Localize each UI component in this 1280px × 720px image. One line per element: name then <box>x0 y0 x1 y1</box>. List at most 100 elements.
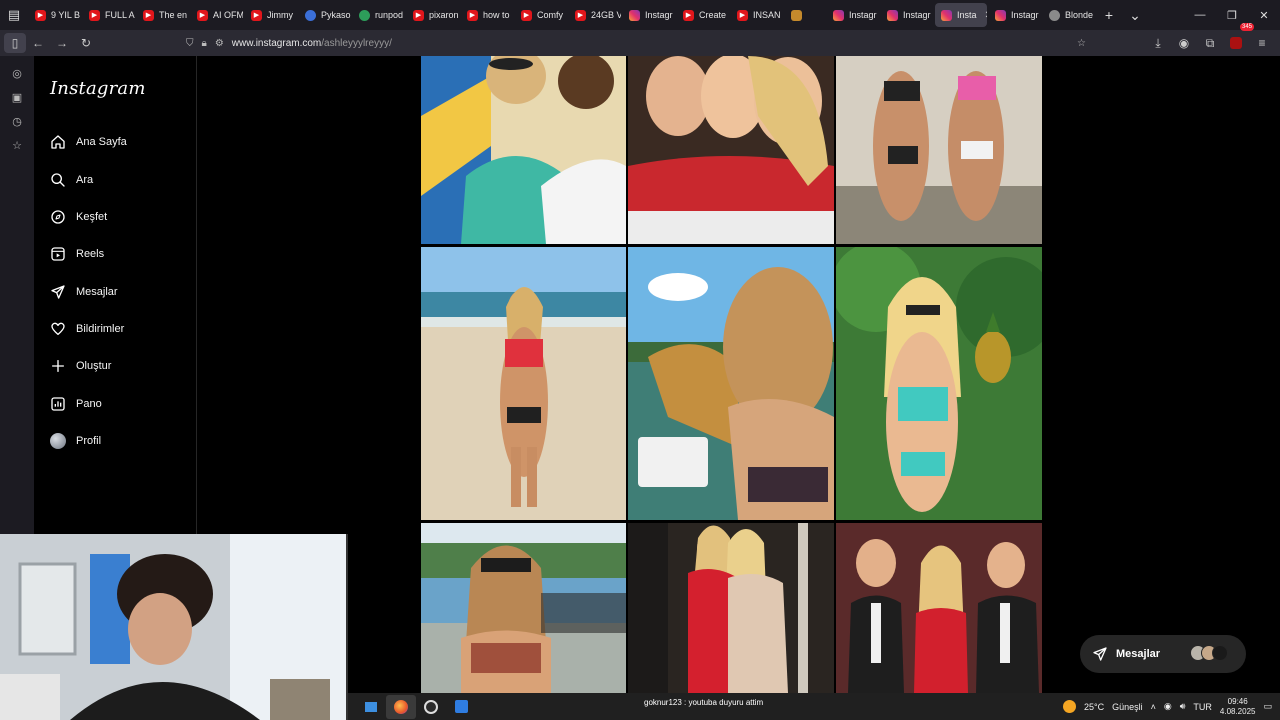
nav-create[interactable]: Oluştur <box>50 352 111 380</box>
clock-date: 4.08.2025 <box>1219 706 1256 716</box>
webcam-image <box>0 534 346 720</box>
account-icon[interactable]: ◉ <box>1172 31 1196 55</box>
tab-label: Pykaso <box>321 10 351 20</box>
browser-tab[interactable]: Instagr <box>827 3 879 27</box>
tab-label: Insta <box>957 10 977 20</box>
tab-close-icon[interactable]: ✕ <box>985 10 987 21</box>
file-explorer-icon[interactable] <box>356 695 386 719</box>
nav-reels[interactable]: Reels <box>50 240 104 268</box>
nav-label-reels: Reels <box>76 248 105 260</box>
forward-icon[interactable]: → <box>50 31 74 55</box>
tab-overflow-chevron-icon[interactable]: ⌄ <box>1122 7 1148 24</box>
post-thumbnail[interactable] <box>421 247 626 520</box>
browser-tab[interactable] <box>785 3 825 27</box>
chat-ticker: goknur123 : youtuba duyuru attim <box>644 698 764 707</box>
url-bar[interactable]: ⛉ 🔒︎ ⚙ www.instagram.com/ashleyyylreyyy/… <box>186 32 1086 54</box>
downloads-icon[interactable]: ⤓ <box>1146 31 1170 55</box>
post-image <box>836 56 1042 244</box>
url-text[interactable]: www.instagram.com/ashleyyylreyyy/ <box>232 38 392 49</box>
ublock-icon[interactable]: 345 <box>1224 23 1254 55</box>
post-thumbnail[interactable] <box>421 56 626 244</box>
messages-icon <box>51 285 65 299</box>
permissions-icon[interactable]: ⚙ <box>215 38 224 49</box>
ai-chatbot-icon[interactable]: ◎ <box>8 64 26 82</box>
extensions-icon[interactable]: ⧉ <box>1198 31 1222 55</box>
browser-tab[interactable]: runpod <box>353 3 405 27</box>
browser-tab[interactable]: ▶ Comfy <box>515 3 567 27</box>
back-icon[interactable]: ← <box>26 31 50 55</box>
home-icon <box>51 135 65 149</box>
post-thumbnail[interactable] <box>421 523 626 693</box>
browser-tab[interactable]: Instagr <box>881 3 933 27</box>
volume-icon[interactable]: 🔊︎ <box>1180 701 1186 712</box>
tab-label: 9 YIL B <box>51 10 81 20</box>
nav-explore[interactable]: Keşfet <box>50 203 107 231</box>
history-icon[interactable]: ◷ <box>8 112 26 130</box>
post-thumbnail[interactable] <box>836 247 1042 520</box>
browser-tab[interactable]: Pykaso <box>299 3 351 27</box>
browser-tab[interactable]: ▶ The en <box>137 3 189 27</box>
tab-label: how to <box>483 10 510 20</box>
browser-tab[interactable]: ▶ 24GB V <box>569 3 621 27</box>
bookmarks-icon[interactable]: ☆ <box>8 136 26 154</box>
obs-icon[interactable] <box>416 695 446 719</box>
app-icon[interactable] <box>446 695 476 719</box>
minimize-icon[interactable]: — <box>1184 0 1216 30</box>
browser-tab[interactable]: Instagr <box>989 3 1041 27</box>
extension-badge: 345 <box>1239 23 1254 31</box>
browser-tab[interactable]: Insta ✕ <box>935 3 987 27</box>
browser-tab[interactable]: ▶ AI OFM <box>191 3 243 27</box>
messages-bubble[interactable]: Mesajlar <box>1080 635 1246 673</box>
tab-list-icon[interactable]: ▤ <box>0 0 28 30</box>
browser-tab[interactable]: ▶ how to <box>461 3 513 27</box>
synced-tabs-icon[interactable]: ▣ <box>8 88 26 106</box>
browser-tab[interactable]: ▶ FULL A <box>83 3 135 27</box>
nav-home[interactable]: Ana Sayfa <box>50 128 127 156</box>
browser-tab[interactable]: ▶ INSAN <box>731 3 783 27</box>
firefox-icon[interactable] <box>386 694 416 719</box>
tab-label: Instagr <box>1011 10 1039 20</box>
record-icon[interactable]: ◉ <box>1164 701 1172 712</box>
post-thumbnail[interactable] <box>628 56 834 244</box>
browser-tab[interactable]: ▶ 9 YIL B <box>29 3 81 27</box>
tray-chevron-icon[interactable]: ˄ <box>1151 702 1156 712</box>
nav-messages[interactable]: Mesajlar <box>50 278 118 306</box>
browser-tab[interactable]: ▶ Create <box>677 3 729 27</box>
post-thumbnail[interactable] <box>628 247 834 520</box>
nav-dashboard[interactable]: Pano <box>50 390 102 418</box>
instagram-logo[interactable]: Instagram <box>50 78 146 99</box>
new-tab-icon[interactable]: + <box>1096 7 1122 23</box>
weather-desc[interactable]: Güneşli <box>1112 702 1143 712</box>
youtube-icon: ▶ <box>35 9 46 21</box>
youtube-icon: ▶ <box>683 9 694 21</box>
post-image <box>421 247 626 520</box>
language-indicator[interactable]: TUR <box>1193 702 1212 712</box>
weather-temp[interactable]: 25°C <box>1084 702 1104 712</box>
sidebar-toggle-icon[interactable]: ▯ <box>4 33 26 53</box>
webcam-overlay <box>0 534 348 720</box>
tab-label: AI OFM <box>213 10 243 20</box>
nav-search[interactable]: Ara <box>50 166 93 194</box>
browser-tab[interactable]: Blonde <box>1043 3 1095 27</box>
reload-icon[interactable]: ↻ <box>74 31 98 55</box>
clock[interactable]: 09:46 4.08.2025 <box>1220 697 1256 717</box>
avatar <box>1212 645 1228 661</box>
post-thumbnail[interactable] <box>836 56 1042 244</box>
post-thumbnail[interactable] <box>628 523 834 693</box>
bookmark-star-icon[interactable]: ☆ <box>1077 38 1086 49</box>
lock-icon[interactable]: 🔒︎ <box>202 38 207 49</box>
blonde-icon <box>1049 9 1060 21</box>
nav-notifications[interactable]: Bildirimler <box>50 315 124 343</box>
browser-tab[interactable]: ▶ pixaron <box>407 3 459 27</box>
tab-label: pixaron <box>429 10 459 20</box>
youtube-icon: ▶ <box>413 9 424 21</box>
browser-tab[interactable]: ▶ Jimmy <box>245 3 297 27</box>
browser-tab[interactable]: Instagr <box>623 3 675 27</box>
nav-profile[interactable]: Profil <box>50 427 101 455</box>
menu-icon[interactable]: ≡ <box>1250 31 1274 55</box>
post-image <box>836 523 1042 693</box>
tracking-shield-icon[interactable]: ⛉ <box>186 38 194 49</box>
post-thumbnail[interactable] <box>836 523 1042 693</box>
weather-sun-icon <box>1062 700 1076 713</box>
notifications-icon[interactable]: ▭ <box>1263 701 1272 712</box>
